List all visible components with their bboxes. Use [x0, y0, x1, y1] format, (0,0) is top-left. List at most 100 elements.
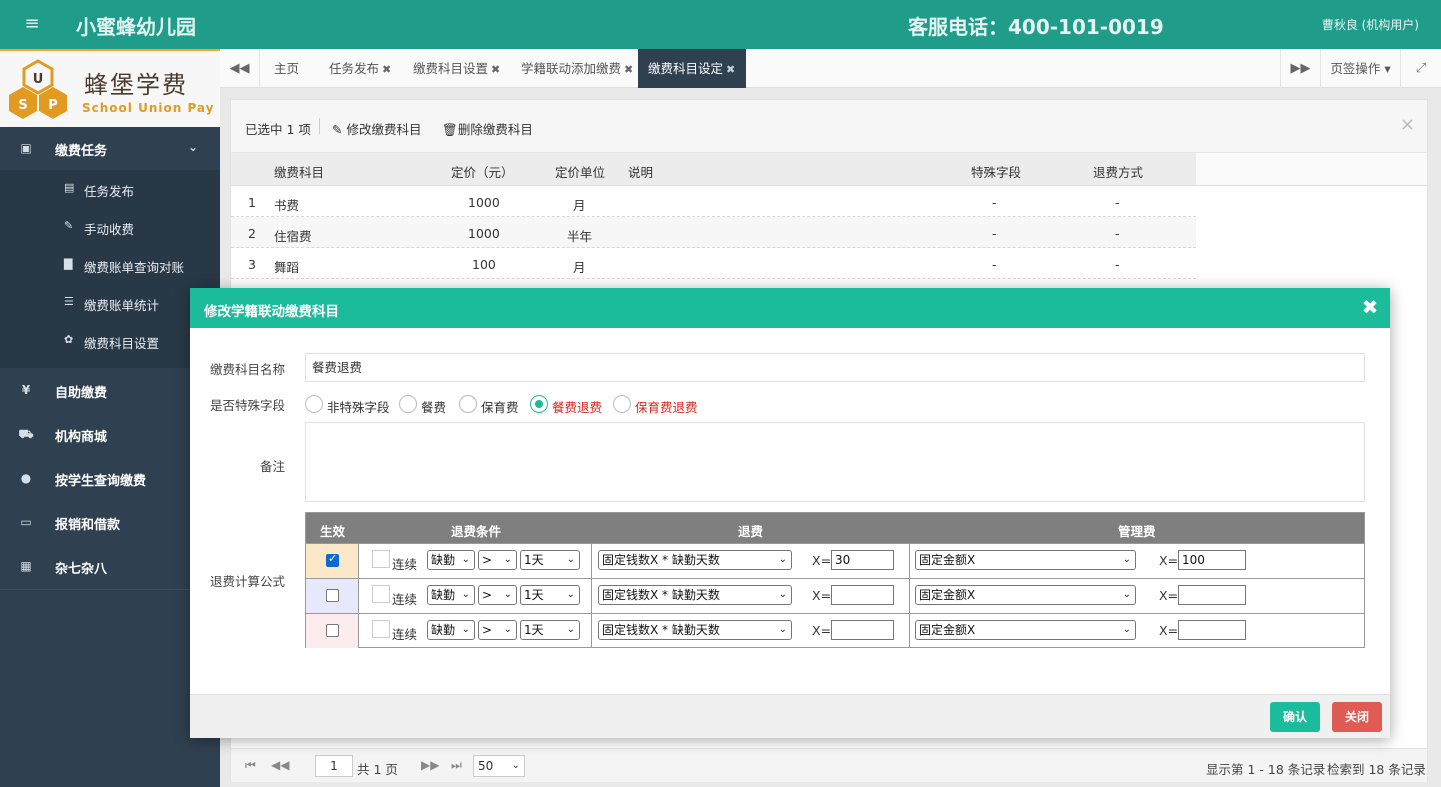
- last-page-icon[interactable]: ⏭: [451, 758, 462, 773]
- x-label: X=: [812, 588, 832, 603]
- chevron-down-icon: ⌄: [778, 589, 787, 600]
- column-header[interactable]: 特殊字段: [971, 162, 1021, 181]
- user-name[interactable]: 曹秋良 (机构用户): [1322, 16, 1419, 33]
- refund-formula-select[interactable]: 固定钱数X * 缺勤天数 ⌄: [598, 620, 792, 640]
- column-header[interactable]: 定价（元）: [451, 162, 514, 181]
- formula-table-header: 生效 退费条件 退费 管理费: [306, 513, 1364, 543]
- close-button[interactable]: 关闭: [1332, 702, 1382, 732]
- remark-textarea[interactable]: [305, 422, 1365, 502]
- sidebar-item-manual-charge[interactable]: ✎ 手动收费: [0, 208, 220, 246]
- fee-formula-select[interactable]: 固定金额X ⌄: [915, 550, 1136, 570]
- condition-select[interactable]: 缺勤 ⌄: [427, 550, 475, 570]
- column-header[interactable]: 缴费科目: [274, 162, 324, 181]
- condition-value: 缺勤: [431, 623, 456, 637]
- delete-subject-button[interactable]: 🗑删除缴费科目: [442, 119, 533, 138]
- sidebar-group-student-query[interactable]: ● 按学生查询缴费: [0, 457, 220, 501]
- table-row[interactable]: 2 住宿费 1000 半年 - -: [231, 217, 1196, 248]
- tabs-scroll-right-icon[interactable]: ▶▶: [1280, 49, 1320, 88]
- refund-formula-select[interactable]: 固定钱数X * 缺勤天数 ⌄: [598, 550, 792, 570]
- x-label: X=: [1159, 623, 1179, 638]
- cell-price: 1000: [468, 195, 500, 210]
- refund-x-input[interactable]: [831, 620, 894, 640]
- refund-x-input[interactable]: 30: [831, 550, 894, 570]
- refund-formula-select[interactable]: 固定钱数X * 缺勤天数 ⌄: [598, 585, 792, 605]
- tab-home[interactable]: 主页: [264, 49, 309, 88]
- sidebar-item-bill-stats[interactable]: ☰ 缴费账单统计: [0, 284, 220, 322]
- subject-name-input[interactable]: 餐费退费: [305, 353, 1365, 382]
- column-divider: [909, 579, 910, 613]
- days-select[interactable]: 1天 ⌄: [520, 550, 580, 570]
- fee-x-input[interactable]: [1178, 620, 1246, 640]
- first-page-icon[interactable]: ⏮: [245, 758, 256, 773]
- sidebar-group-reimburse[interactable]: ▭ 报销和借款: [0, 501, 220, 545]
- page-number-input[interactable]: 1: [315, 755, 353, 777]
- cell-special: -: [992, 226, 997, 241]
- tab-close-icon[interactable]: ✖: [726, 63, 735, 76]
- found-records: 检索到 18 条记录: [1327, 762, 1426, 777]
- sidebar-item-task-publish[interactable]: ▤ 任务发布: [0, 170, 220, 208]
- column-header[interactable]: 定价单位: [555, 162, 605, 181]
- cell-unit: 半年: [567, 229, 593, 244]
- column-header[interactable]: 退费方式: [1093, 162, 1143, 181]
- fee-formula-select[interactable]: 固定金额X ⌄: [915, 620, 1136, 640]
- tab-subject-settings[interactable]: 缴费科目设置 ✖: [403, 49, 510, 88]
- operator-select[interactable]: > ⌄: [478, 585, 517, 605]
- days-select[interactable]: 1天 ⌄: [520, 620, 580, 640]
- table-row[interactable]: 1 书费 1000 月 - -: [231, 186, 1196, 217]
- gear-icon: ✿: [64, 333, 74, 346]
- condition-select[interactable]: 缺勤 ⌄: [427, 585, 475, 605]
- sidebar-item-subject-settings[interactable]: ✿ 缴费科目设置: [0, 322, 220, 360]
- continuous-checkbox[interactable]: [372, 550, 390, 568]
- tab-task-publish[interactable]: 任务发布 ✖: [319, 49, 401, 88]
- confirm-button[interactable]: 确认: [1270, 702, 1320, 732]
- tab-ops-dropdown[interactable]: 页签操作 ▾: [1320, 49, 1400, 88]
- effective-checkbox[interactable]: [326, 624, 339, 637]
- fullscreen-icon[interactable]: ⤢: [1400, 49, 1441, 88]
- tabs-scroll-left-icon[interactable]: ◀◀: [220, 49, 260, 88]
- refund-x-input[interactable]: [831, 585, 894, 605]
- radio-circle: [613, 395, 631, 413]
- days-select[interactable]: 1天 ⌄: [520, 585, 580, 605]
- continuous-checkbox[interactable]: [372, 585, 390, 603]
- tab-enrollment-linked[interactable]: 学籍联动添加缴费 ✖: [511, 49, 643, 88]
- sidebar-group-label: 机构商城: [55, 430, 108, 445]
- edit-subject-button[interactable]: ✎ 修改缴费科目: [332, 119, 421, 138]
- sidebar-group-self-pay[interactable]: ¥ 自助缴费: [0, 369, 220, 413]
- table-row[interactable]: 3 舞蹈 100 月 - -: [231, 248, 1196, 279]
- chevron-down-icon: ⌄: [461, 624, 470, 635]
- row-number: 1: [248, 195, 256, 210]
- yen-icon: ¥: [21, 383, 31, 397]
- page-size-select[interactable]: 50 ⌄: [473, 755, 525, 777]
- operator-select[interactable]: > ⌄: [478, 620, 517, 640]
- fee-x-input[interactable]: [1178, 585, 1246, 605]
- sidebar-group-mall[interactable]: ⛟ 机构商城: [0, 413, 220, 457]
- modal-footer: 确认 关闭: [190, 694, 1390, 738]
- effective-checkbox[interactable]: [326, 552, 339, 567]
- sidebar-group-misc[interactable]: ▦ 杂七杂八: [0, 545, 220, 589]
- effective-checkbox[interactable]: [326, 589, 339, 602]
- x-label: X=: [812, 623, 832, 638]
- continuous-checkbox[interactable]: [372, 620, 390, 638]
- condition-select[interactable]: 缺勤 ⌄: [427, 620, 475, 640]
- fee-x-input[interactable]: 100: [1178, 550, 1246, 570]
- operator-value: >: [482, 553, 493, 567]
- hamburger-icon[interactable]: ≡: [22, 14, 42, 34]
- submenu: ▤ 任务发布 ✎ 手动收费 ▇ 缴费账单查询对账 ☰ 缴费账单统计 ✿ 缴费科目…: [0, 170, 220, 368]
- fee-formula-select[interactable]: 固定金额X ⌄: [915, 585, 1136, 605]
- tab-close-icon[interactable]: ✖: [624, 63, 633, 76]
- sidebar-item-bill-query[interactable]: ▇ 缴费账单查询对账: [0, 246, 220, 284]
- svg-text:S: S: [18, 98, 27, 113]
- condition-value: 缺勤: [431, 553, 456, 567]
- chevron-down-icon: ⌄: [1122, 554, 1131, 565]
- column-header[interactable]: 说明: [628, 162, 653, 181]
- next-page-icon[interactable]: ▶▶: [421, 758, 439, 772]
- continuous-label: 连续: [392, 627, 418, 642]
- prev-page-icon[interactable]: ◀◀: [271, 758, 289, 772]
- close-icon[interactable]: ×: [1400, 114, 1415, 135]
- tab-subject-define[interactable]: 缴费科目设定 ✖: [638, 49, 746, 88]
- tab-close-icon[interactable]: ✖: [491, 63, 500, 76]
- operator-select[interactable]: > ⌄: [478, 550, 517, 570]
- close-icon[interactable]: ✖: [1360, 296, 1380, 318]
- sidebar-group-payment-tasks[interactable]: ▣ 缴费任务 ⌄: [0, 127, 220, 171]
- tab-close-icon[interactable]: ✖: [382, 63, 391, 76]
